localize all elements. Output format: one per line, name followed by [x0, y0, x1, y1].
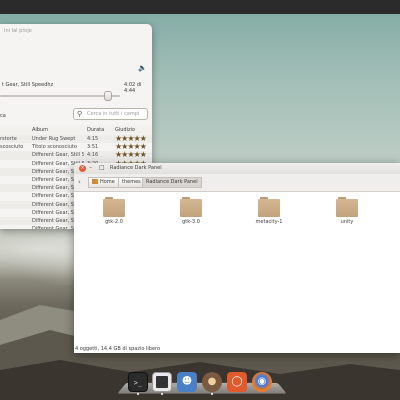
progress-slider-handle[interactable]	[104, 91, 112, 101]
rating-stars[interactable]: ★★★★★	[115, 135, 146, 143]
folder-item[interactable]: gtk-2.0	[94, 197, 134, 225]
folder-icon	[180, 197, 202, 217]
cell-artist: scosciuto	[0, 144, 24, 151]
audio-player-icon[interactable]: ●	[202, 372, 222, 392]
table-row[interactable]: scosciuto Titolo sconosciuto 3:51 ★★★★★	[0, 143, 152, 151]
cell-album: Under Rug Swept	[32, 136, 76, 142]
column-header-album[interactable]: Album	[32, 127, 48, 133]
breadcrumb-current[interactable]: Radiance Dark Panel	[142, 177, 202, 188]
breadcrumb-home[interactable]: Home	[88, 177, 119, 188]
playback-time: 4:02 di 4:44	[124, 82, 142, 94]
top-panel	[0, 0, 400, 14]
cell-duration: 4:15	[87, 136, 99, 142]
breadcrumb-themes[interactable]: themes	[118, 177, 145, 188]
folder-icon	[103, 197, 125, 217]
folder-label: unity	[340, 219, 354, 225]
cell-duration: 3:51	[87, 144, 99, 151]
column-header-rating[interactable]: Giudizio	[115, 127, 135, 133]
volume-icon[interactable]: 🔈	[138, 64, 147, 72]
finder-icon[interactable]: ☻	[177, 372, 197, 392]
table-row[interactable]: rstorte Under Rug Swept 4:15 ★★★★★	[0, 135, 152, 144]
search-input[interactable]: ⚲ Cerca in tutti i campi	[73, 108, 148, 120]
now-playing-label: t Gear, Still Speedhz	[2, 82, 54, 88]
folder-icon	[336, 197, 358, 217]
breadcrumb-label: Home	[100, 179, 115, 185]
cell-artist: rstorte	[0, 136, 17, 142]
maximize-button[interactable]: □	[99, 164, 105, 171]
status-bar: 4 oggetti, 14,4 GB di spazio libero	[75, 346, 161, 352]
player-title: Ini Ial proje	[4, 28, 32, 34]
filter-label: ca	[0, 113, 6, 119]
search-placeholder: Cerca in tutti i campi	[87, 111, 140, 117]
folder-icon	[258, 197, 280, 217]
toolbar: ‹ Home themes Radiance Dark Panel	[74, 174, 400, 192]
rating-stars[interactable]: ★★★★★	[115, 151, 146, 159]
file-manager-window[interactable]: × – □ Radiance Dark Panel ‹ Home themes …	[74, 163, 400, 353]
folder-item[interactable]: gtk-3.0	[171, 197, 211, 225]
firefox-icon[interactable]: ◉	[252, 372, 272, 392]
close-button[interactable]: ×	[79, 165, 86, 172]
folder-item[interactable]: metacity-1	[249, 197, 289, 225]
folder-label: metacity-1	[255, 219, 283, 225]
ubuntu-icon[interactable]: ◯	[227, 372, 247, 392]
folder-label: gtk-2.0	[105, 219, 123, 225]
cell-album: Titolo sconosciuto	[32, 144, 77, 151]
screen-icon[interactable]	[152, 372, 172, 392]
window-title: Radiance Dark Panel	[110, 165, 162, 171]
home-icon	[92, 179, 98, 184]
table-row[interactable]: Different Gear, Still Sp...4:16 ★★★★★	[0, 151, 152, 160]
running-indicator	[137, 393, 139, 395]
cell-duration: 4:16	[87, 152, 99, 159]
progress-track[interactable]	[0, 95, 120, 97]
column-header-duration[interactable]: Durata	[87, 127, 104, 133]
minimize-button[interactable]: –	[89, 164, 92, 171]
back-button[interactable]: ‹	[78, 178, 81, 186]
terminal-icon[interactable]: >_	[128, 372, 148, 392]
folder-item[interactable]: unity	[327, 197, 367, 225]
dock: >_ ☻ ● ◯ ◉	[117, 366, 287, 395]
running-indicator	[211, 393, 213, 395]
running-indicator	[161, 393, 163, 395]
rating-stars[interactable]: ★★★★★	[115, 143, 146, 151]
folder-label: gtk-3.0	[182, 219, 200, 225]
cell-album: Different Gear, Still Sp...	[32, 152, 84, 159]
search-icon: ⚲	[77, 110, 83, 118]
